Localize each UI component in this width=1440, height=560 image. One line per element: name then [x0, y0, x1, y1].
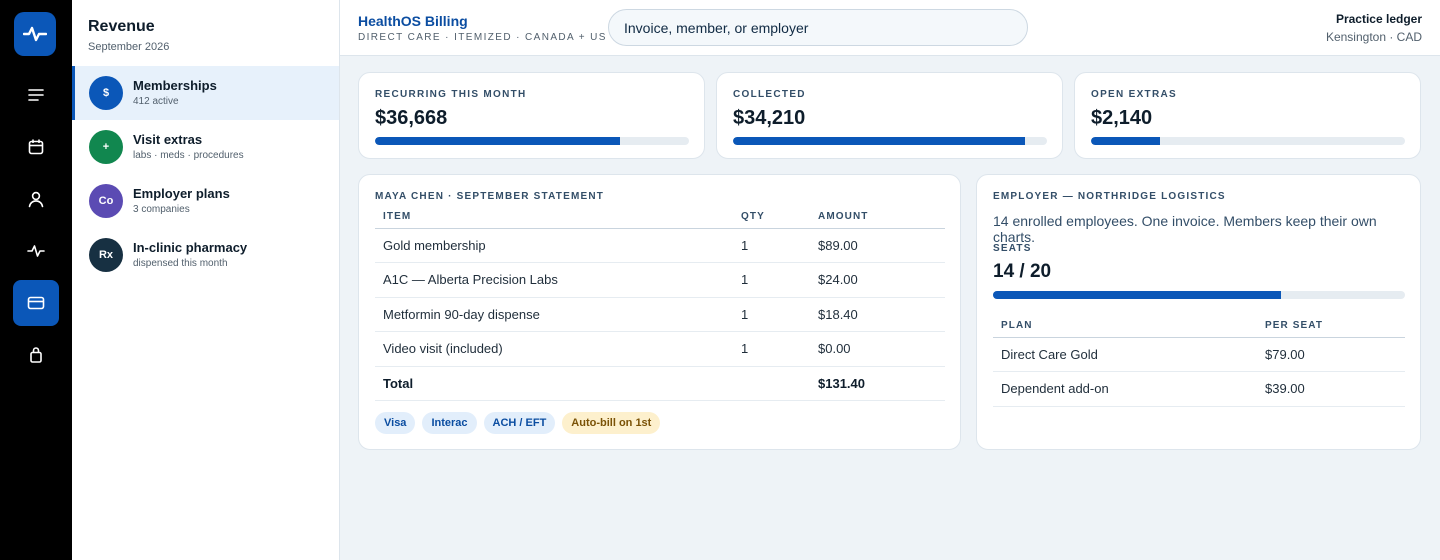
- kpi-progress-bar: [375, 137, 689, 145]
- table-row[interactable]: Video visit (included) 1 $0.00: [375, 331, 945, 367]
- sidebar-item-label: Memberships: [133, 77, 217, 93]
- table-row[interactable]: Dependent add-on $39.00: [993, 371, 1405, 407]
- sidebar-item-label: Employer plans: [133, 185, 230, 201]
- bag-icon[interactable]: [13, 332, 59, 378]
- column-header-amount: Amount: [810, 206, 945, 229]
- kpi-progress-fill: [1091, 137, 1161, 145]
- table-row[interactable]: A1C — Alberta Precision Labs 1 $24.00: [375, 262, 945, 298]
- icon-rail: [0, 0, 72, 560]
- statement-title: Maya Chen · September statement: [375, 191, 605, 202]
- sidebar-item-employer-plans[interactable]: Co Employer plans 3 companies: [72, 174, 339, 228]
- card-icon[interactable]: [13, 280, 59, 326]
- price-cell: $79.00: [1257, 337, 1405, 372]
- sidebar-item-memberships[interactable]: $ Memberships 412 active: [72, 66, 339, 120]
- kpi-value: $2,140: [1091, 107, 1153, 129]
- table-row[interactable]: Metformin 90-day dispense 1 $18.40: [375, 297, 945, 332]
- total-label: Total: [375, 366, 733, 401]
- search-input[interactable]: [608, 9, 1028, 46]
- menu-icon[interactable]: [13, 72, 59, 118]
- total-amount: $131.40: [810, 366, 945, 401]
- activity-icon[interactable]: [13, 228, 59, 274]
- column-header-per-seat: Per seat: [1257, 315, 1405, 338]
- sidebar-item-label: Visit extras: [133, 131, 203, 147]
- top-bar: HealthOS Billing Direct care · itemized …: [340, 0, 1440, 56]
- price-cell: $39.00: [1257, 371, 1405, 407]
- payment-chip-interac[interactable]: Interac: [422, 412, 477, 434]
- brand-subtitle: Direct care · itemized · Canada + US: [358, 32, 607, 43]
- person-icon[interactable]: [13, 176, 59, 222]
- seats-progress-fill: [993, 291, 1282, 299]
- item-cell: A1C — Alberta Precision Labs: [375, 262, 733, 298]
- qty-cell: 1: [733, 228, 810, 263]
- seats-label: Seats: [993, 243, 1032, 254]
- statement-card: Maya Chen · September statement Item Qty…: [358, 174, 961, 450]
- autobill-chip[interactable]: Auto-bill on 1st: [562, 412, 661, 434]
- kpi-progress-bar: [733, 137, 1047, 145]
- item-cell: Video visit (included): [375, 331, 733, 367]
- table-row[interactable]: Gold membership 1 $89.00: [375, 228, 945, 263]
- total-row: Total $131.40: [375, 366, 945, 401]
- column-header-item: Item: [375, 206, 733, 229]
- table-header-row: Item Qty Amount: [375, 206, 945, 229]
- plus-badge-icon: +: [89, 130, 123, 164]
- amount-cell: $18.40: [810, 297, 945, 332]
- sidebar-item-meta: labs · meds · procedures: [133, 149, 244, 161]
- item-cell: Metformin 90-day dispense: [375, 297, 733, 332]
- plan-table: Plan Per seat Direct Care Gold $79.00 De…: [993, 315, 1405, 407]
- kpi-label: Collected: [733, 89, 806, 100]
- employer-title: Employer — Northridge Logistics: [993, 191, 1226, 202]
- kpi-card-recurring: Recurring this month $36,668: [358, 72, 705, 159]
- kpi-label: Open extras: [1091, 89, 1177, 100]
- plan-cell: Dependent add-on: [993, 371, 1257, 407]
- total-qty-cell: [733, 366, 810, 401]
- seats-progress-bar: [993, 291, 1405, 299]
- qty-cell: 1: [733, 262, 810, 298]
- kpi-card-open-extras: Open extras $2,140: [1074, 72, 1421, 159]
- plan-cell: Direct Care Gold: [993, 337, 1257, 372]
- payment-chip-ach[interactable]: ACH / EFT: [483, 412, 556, 434]
- calendar-icon[interactable]: [13, 124, 59, 170]
- sidebar-item-label: In-clinic pharmacy: [133, 239, 248, 255]
- sidebar-item-pharmacy[interactable]: Rx In-clinic pharmacy dispensed this mon…: [72, 228, 339, 282]
- statement-table: Item Qty Amount Gold membership 1 $89.00…: [375, 206, 945, 401]
- kpi-value: $34,210: [733, 107, 806, 129]
- ledger-title: Practice ledger: [1335, 12, 1422, 26]
- column-header-qty: Qty: [733, 206, 810, 229]
- kpi-progress-bar: [1091, 137, 1405, 145]
- kpi-value: $36,668: [375, 107, 448, 129]
- sidebar-item-meta: 412 active: [133, 95, 179, 107]
- sidebar-subtitle: September 2026: [88, 41, 170, 53]
- employer-card: Employer — Northridge Logistics 14 enrol…: [976, 174, 1421, 450]
- company-badge-icon: Co: [89, 184, 123, 218]
- kpi-progress-fill: [733, 137, 1026, 145]
- amount-cell: $0.00: [810, 331, 945, 367]
- kpi-label: Recurring this month: [375, 89, 527, 100]
- kpi-card-collected: Collected $34,210: [716, 72, 1063, 159]
- sidebar-item-meta: 3 companies: [133, 203, 190, 215]
- seats-value: 14 / 20: [993, 261, 1052, 282]
- ledger-location: Kensington · CAD: [1325, 30, 1422, 44]
- item-cell: Gold membership: [375, 228, 733, 263]
- qty-cell: 1: [733, 297, 810, 332]
- column-header-plan: Plan: [993, 315, 1257, 338]
- sidebar-item-visit-extras[interactable]: + Visit extras labs · meds · procedures: [72, 120, 339, 174]
- dollar-badge-icon: $: [89, 76, 123, 110]
- sidebar-title: Revenue: [88, 18, 155, 35]
- sidebar-item-meta: dispensed this month: [133, 257, 228, 269]
- pulse-logo-icon[interactable]: [14, 12, 56, 56]
- table-header-row: Plan Per seat: [993, 315, 1405, 338]
- employer-description: 14 enrolled employees. One invoice. Memb…: [993, 213, 1377, 245]
- revenue-sidebar: Revenue September 2026 $ Memberships 412…: [72, 0, 340, 560]
- amount-cell: $89.00: [810, 228, 945, 263]
- brand-title: HealthOS Billing: [358, 13, 468, 29]
- payment-chip-visa[interactable]: Visa: [375, 412, 416, 434]
- kpi-progress-fill: [375, 137, 620, 145]
- payment-methods: Visa Interac ACH / EFT Auto-bill on 1st: [375, 412, 661, 434]
- amount-cell: $24.00: [810, 262, 945, 298]
- rx-badge-icon: Rx: [89, 238, 123, 272]
- table-row[interactable]: Direct Care Gold $79.00: [993, 337, 1405, 372]
- qty-cell: 1: [733, 331, 810, 367]
